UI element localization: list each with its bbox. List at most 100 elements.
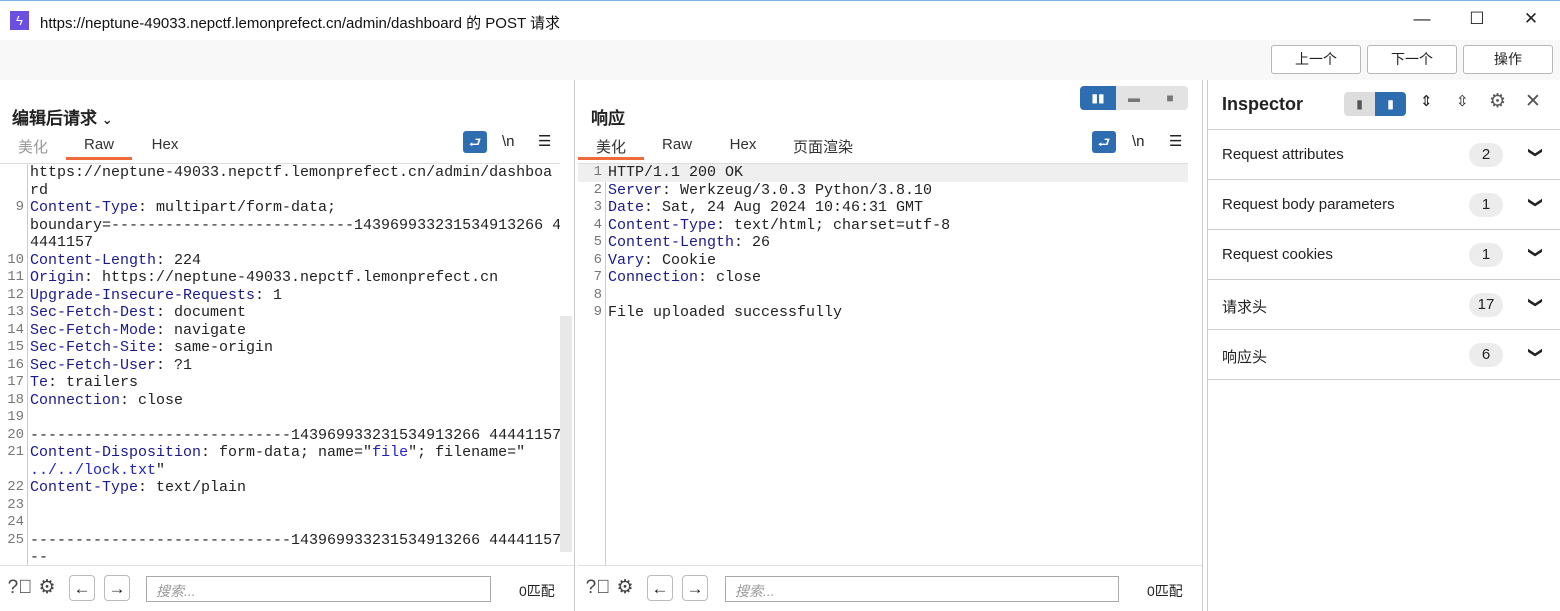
action-button[interactable]: 操作	[1463, 45, 1553, 74]
word-wrap-icon[interactable]: ⮐	[1092, 131, 1116, 153]
response-title: 响应	[591, 109, 625, 128]
header-name: Sec-Fetch-Site	[30, 339, 157, 356]
line-number: 14	[7, 321, 24, 338]
help-icon[interactable]: ?⃝	[7, 575, 33, 601]
line-text: : close	[120, 391, 184, 409]
chevron-down-icon[interactable]: ❯	[1527, 347, 1544, 359]
line-number: 3	[593, 199, 602, 215]
inspector-left-dock-icon[interactable]: ▮	[1344, 92, 1375, 116]
tab-hex[interactable]: Hex	[710, 134, 776, 160]
tab-pretty[interactable]: 美化	[0, 134, 66, 160]
request-title[interactable]: 编辑后请求 ⌄	[12, 104, 113, 129]
inspector-right-dock-icon[interactable]: ▮	[1375, 92, 1406, 116]
previous-button[interactable]: 上一个	[1271, 45, 1361, 74]
line-number: 25	[7, 531, 24, 548]
menu-icon[interactable]: ☰	[1169, 132, 1182, 150]
chevron-down-icon[interactable]: ❯	[1527, 247, 1544, 259]
line-number: 6	[593, 251, 602, 268]
section-label: Request attributes	[1222, 146, 1344, 163]
line-text: : multipart/form-data;	[138, 199, 337, 216]
header-name: Vary	[608, 251, 645, 269]
line-number: 16	[7, 356, 24, 373]
response-viewer[interactable]: 1 HTTP/1.1 200 OK 2 Server: Werkzeug/3.0.3 …	[578, 163, 1188, 565]
request-footer: ?⃝ ⚙ ← → 搜索... 0匹配	[0, 565, 574, 611]
layout-tabs-icon[interactable]: ■	[1152, 86, 1188, 110]
code-line: 22 Content-Type: text/plain	[0, 479, 560, 497]
inspector-section[interactable]: Request attributes 2 ❯	[1208, 130, 1560, 180]
chevron-down-icon[interactable]: ❯	[1527, 197, 1544, 209]
layout-side-by-side-icon[interactable]: ▮▮	[1080, 86, 1116, 110]
line-number: 5	[593, 234, 602, 250]
gear-icon[interactable]: ⚙	[34, 575, 60, 601]
chevron-down-icon[interactable]: ❯	[1527, 297, 1544, 309]
line-text: --	[30, 549, 49, 565]
close-icon[interactable]: ✕	[1525, 90, 1541, 113]
tab-hex[interactable]: Hex	[132, 134, 198, 160]
gear-icon[interactable]: ⚙	[612, 575, 638, 601]
expand-all-icon[interactable]: ⇕	[1420, 92, 1433, 110]
word-wrap-icon[interactable]: ⮐	[463, 131, 487, 153]
help-icon[interactable]: ?⃝	[585, 575, 611, 601]
next-button[interactable]: 下一个	[1367, 45, 1457, 74]
line-text: rd	[30, 181, 49, 199]
line-number: 15	[7, 339, 24, 355]
string-value: file	[372, 444, 409, 461]
request-editor[interactable]: https://neptune-49033.nepctf.lemonprefec…	[0, 163, 560, 565]
arrow-right-icon[interactable]: →	[682, 575, 708, 601]
header-name: Connection	[608, 269, 699, 286]
code-line: 11 Origin: https://neptune-49033.nepctf.l…	[0, 269, 560, 287]
code-line: ../../lock.txt"	[0, 462, 560, 480]
arrow-left-icon[interactable]: ←	[69, 575, 95, 601]
line-number: 17	[7, 374, 24, 390]
maximize-button[interactable]: ☐	[1467, 9, 1487, 29]
gear-icon[interactable]: ⚙	[1489, 90, 1506, 113]
code-line: 6 Vary: Cookie	[578, 252, 1188, 270]
header-name: Content-Length	[608, 234, 735, 251]
tab-raw[interactable]: Raw	[66, 134, 132, 160]
code-line: --	[0, 549, 560, 565]
line-number: 12	[7, 286, 24, 303]
tab-pretty[interactable]: 美化	[578, 134, 644, 160]
arrow-right-icon[interactable]: →	[104, 575, 130, 601]
line-text: : Cookie	[644, 251, 717, 269]
line-number: 23	[7, 496, 24, 513]
code-line: 9 File uploaded successfully	[578, 304, 1188, 322]
menu-icon[interactable]: ☰	[538, 132, 551, 150]
tab-render[interactable]: 页面渲染	[776, 134, 870, 160]
arrow-left-icon[interactable]: ←	[647, 575, 673, 601]
code-line: 4 Content-Type: text/html; charset=utf-8	[578, 217, 1188, 235]
request-scrollbar[interactable]	[560, 316, 572, 552]
code-line: 4441157	[0, 234, 560, 252]
header-name: Content-Type	[30, 199, 139, 216]
line-text: "	[156, 461, 166, 479]
collapse-all-icon[interactable]: ⇳	[1456, 92, 1469, 110]
minimize-button[interactable]: —	[1412, 9, 1432, 29]
inspector-title: Inspector	[1222, 94, 1304, 114]
section-label: 响应头	[1222, 349, 1268, 366]
line-number: 11	[7, 269, 24, 285]
inspector-section[interactable]: 响应头 6 ❯	[1208, 330, 1560, 380]
count-badge: 2	[1469, 143, 1503, 167]
inspector-section[interactable]: 请求头 17 ❯	[1208, 280, 1560, 330]
newline-toggle[interactable]: \n	[1132, 133, 1145, 150]
response-search-input[interactable]: 搜索...	[725, 576, 1119, 602]
section-label: 请求头	[1222, 299, 1268, 316]
response-footer: ?⃝ ⚙ ← → 搜索... 0匹配	[578, 565, 1202, 611]
tab-raw[interactable]: Raw	[644, 134, 710, 160]
inspector-section[interactable]: Request body parameters 1 ❯	[1208, 180, 1560, 230]
code-line: 10 Content-Length: 224	[0, 252, 560, 270]
inspector-section[interactable]: Request cookies 1 ❯	[1208, 230, 1560, 280]
request-search-input[interactable]: 搜索...	[146, 576, 491, 602]
line-text: : 224	[156, 251, 202, 269]
line-text: : text/plain	[138, 479, 247, 496]
layout-stacked-icon[interactable]: ▬	[1116, 86, 1152, 110]
close-button[interactable]: ✕	[1521, 9, 1541, 29]
line-text: "; filename="	[408, 444, 526, 461]
newline-toggle[interactable]: \n	[502, 133, 515, 150]
window-title: https://neptune-49033.nepctf.lemonprefec…	[40, 15, 561, 32]
line-text: boundary=---------------------------1439…	[30, 216, 560, 234]
chevron-down-icon[interactable]: ❯	[1527, 147, 1544, 159]
line-text: : same-origin	[156, 339, 274, 356]
code-line: 25 -----------------------------143969933…	[0, 532, 560, 550]
line-number: 9	[15, 199, 24, 215]
